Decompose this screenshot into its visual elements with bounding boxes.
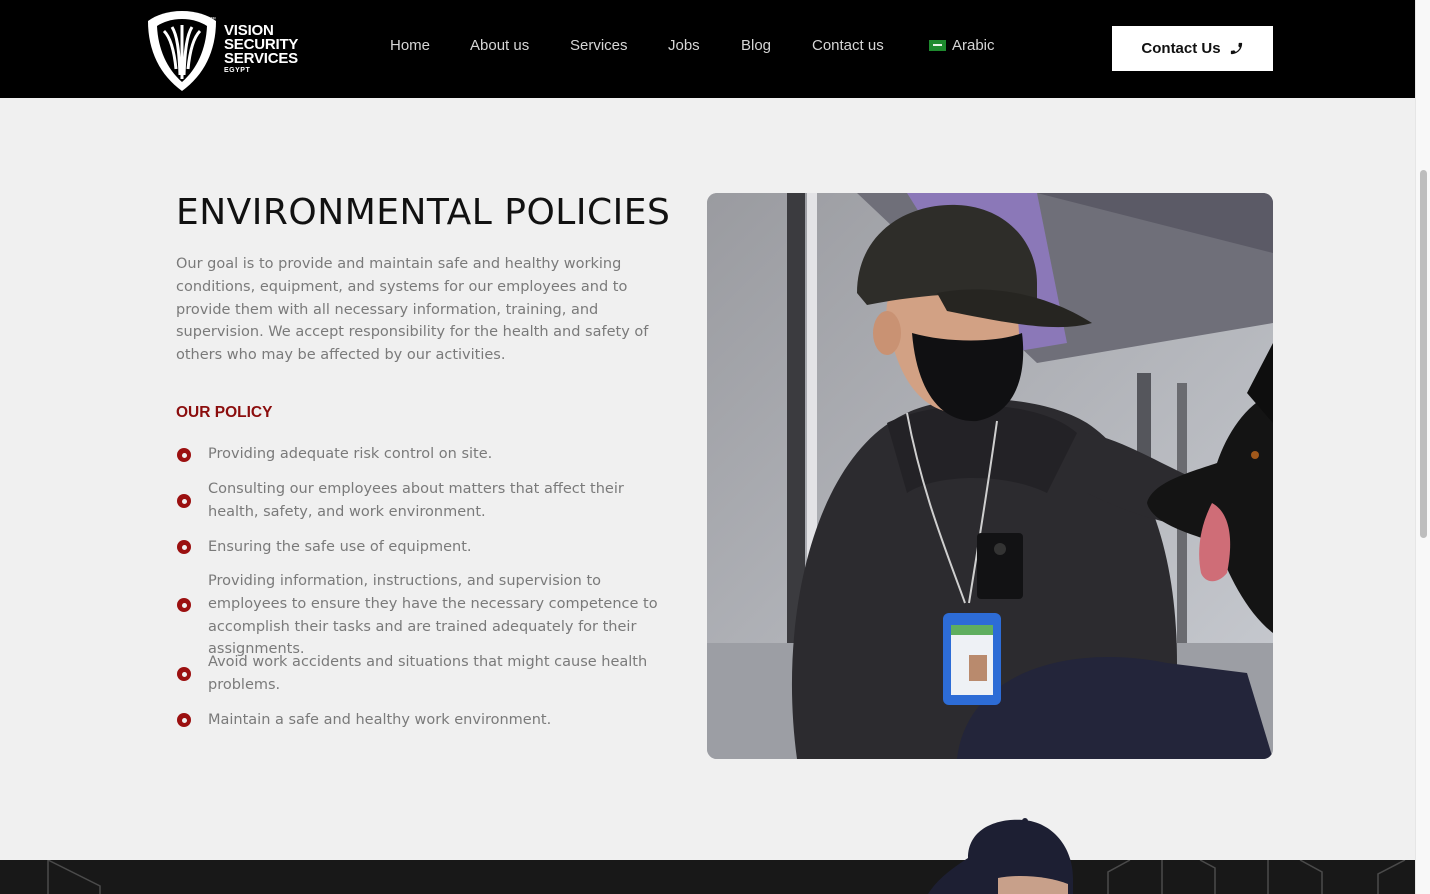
bullet-icon (177, 667, 191, 681)
nav-item-home[interactable]: Home (390, 37, 430, 54)
policy-item: Maintain a safe and healthy work environ… (208, 712, 552, 728)
language-label: Arabic (952, 37, 995, 54)
policy-item: Consulting our employees about matters t… (208, 481, 624, 520)
site-header: ™ VISION SECURITY SERVICES EGYPT Home Ab… (0, 0, 1415, 98)
saudi-flag-icon (929, 40, 946, 51)
svg-text:™: ™ (210, 16, 216, 23)
page-scrollbar[interactable] (1415, 0, 1430, 894)
bullet-icon (177, 540, 191, 554)
nav-item-jobs[interactable]: Jobs (668, 37, 700, 54)
brand-line-3: SERVICES (224, 50, 298, 67)
nav-item-language[interactable]: Arabic (929, 37, 995, 54)
brand-name: VISION SECURITY SERVICES EGYPT (224, 23, 298, 75)
bullet-icon (177, 448, 191, 462)
next-section-band (0, 860, 1415, 894)
nav-item-blog[interactable]: Blog (741, 37, 771, 54)
brand-logo[interactable]: ™ VISION SECURITY SERVICES EGYPT (146, 9, 306, 93)
bullet-icon (177, 713, 191, 727)
policy-item: Providing information, instructions, and… (208, 573, 658, 658)
scrollbar-thumb[interactable] (1420, 170, 1427, 538)
bullet-icon (177, 598, 191, 612)
nav-item-about-us[interactable]: About us (470, 37, 529, 54)
policy-heading: OUR POLICY (176, 404, 273, 421)
phone-icon (1230, 42, 1242, 55)
intro-paragraph: Our goal is to provide and maintain safe… (176, 256, 649, 364)
shield-logo-icon: ™ (148, 11, 216, 91)
policy-item: Ensuring the safe use of equipment. (208, 539, 472, 555)
page-title: ENVIRONMENTAL POLICIES (176, 192, 671, 233)
security-guard-photo (707, 193, 1273, 759)
bullet-icon (177, 494, 191, 508)
brand-line-4: EGYPT (224, 67, 251, 74)
guard-with-dog-illustration (707, 193, 1273, 759)
nav-item-contact-us[interactable]: Contact us (812, 37, 884, 54)
guard-cap-peek-image (928, 818, 1073, 894)
nav-item-services[interactable]: Services (570, 37, 628, 54)
contact-us-button[interactable]: Contact Us (1112, 26, 1273, 71)
geometric-pattern-decoration (47, 860, 1406, 894)
contact-us-label: Contact Us (1141, 40, 1221, 57)
policy-item: Providing adequate risk control on site. (208, 446, 493, 462)
policy-item: Avoid work accidents and situations that… (208, 654, 648, 693)
